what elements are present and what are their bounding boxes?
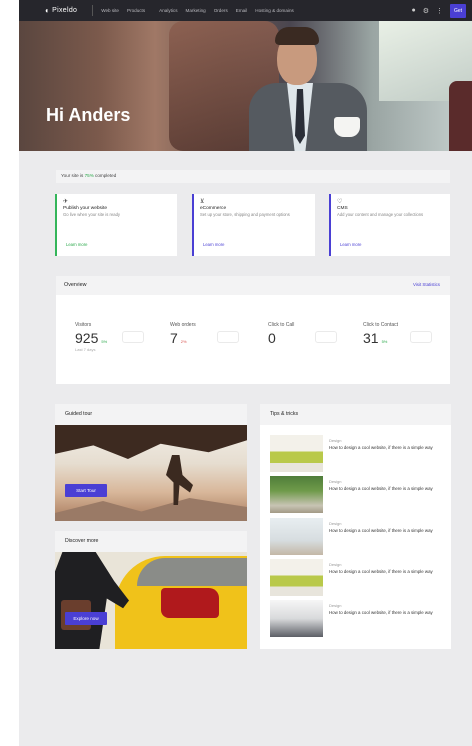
tip-category: Design [329, 438, 342, 443]
tip-item[interactable]: Design How to design a cool website, if … [270, 476, 445, 513]
discover-more-image [55, 552, 247, 649]
overview-panel: Visitors 925 5% Last 7 days Web orders 72… [56, 295, 450, 384]
hero-photo-seat-right [449, 81, 472, 151]
stat-period: Last 7 days [75, 347, 96, 352]
tip-item[interactable]: Design How to design a cool website, if … [270, 559, 445, 596]
task-title: CMS [337, 206, 348, 211]
cart-icon: ⊻ [200, 199, 205, 205]
logo-text: Pixeldo [52, 7, 78, 14]
task-description: Go live when your site is ready [63, 212, 121, 217]
stat-value: 925 [75, 330, 99, 346]
tip-item[interactable]: Design How to design a cool website, if … [270, 600, 445, 637]
sparkline [122, 331, 144, 343]
overview-header: Overview Visit Statistics [56, 276, 450, 295]
logo[interactable]: ◐ Pixeldo [45, 6, 77, 15]
task-title: Publish your website [63, 206, 107, 211]
tip-category: Design [329, 521, 342, 526]
visit-statistics-link[interactable]: Visit Statistics [413, 282, 440, 287]
divider [92, 5, 94, 16]
explore-now-button[interactable]: Explore now [65, 612, 107, 625]
start-tour-button[interactable]: Start Tour [65, 484, 107, 497]
hero-photo-cup [334, 117, 360, 137]
progress-text: Your site is 75% completed [61, 173, 117, 178]
tip-category: Design [329, 562, 342, 567]
rocket-icon: ✈ [63, 199, 69, 205]
stat-visitors[interactable]: Visitors 925 5% Last 7 days [75, 322, 107, 352]
stat-click-to-contact[interactable]: Click to Contact 31 5% [363, 322, 398, 346]
top-bar: ◐ Pixeldo Web site Products Analytics Ma… [19, 0, 472, 21]
greeting-title: Hi Anders [46, 105, 131, 125]
stat-label: Click to Contact [363, 322, 399, 328]
toolbar-icons: ● ⚙ ⋮ Get [411, 3, 466, 18]
stat-label: Web orders [170, 322, 196, 328]
tip-item[interactable]: Design How to design a cool website, if … [270, 435, 445, 472]
task-link[interactable]: Learn more [203, 242, 224, 247]
task-card-publish[interactable]: ✈ Publish your website Go live when your… [55, 194, 177, 256]
more-icon[interactable]: ⋮ [436, 7, 443, 15]
stat-change: 2% [180, 339, 187, 344]
nav-item-orders[interactable]: Orders [214, 8, 228, 13]
tip-thumbnail [270, 435, 323, 472]
nav-item-marketing[interactable]: Marketing [186, 8, 206, 13]
guided-tour-header: Guided tour [55, 404, 247, 425]
upgrade-button[interactable]: Get [450, 3, 466, 18]
guided-tour-image [55, 425, 247, 521]
nav-primary: Web site Products [101, 8, 145, 13]
hero-banner [19, 21, 472, 151]
stat-change: 5% [101, 339, 108, 344]
task-description: Set up your store, shipping and payment … [200, 212, 290, 217]
tips-title: Tips & tricks [270, 411, 299, 417]
discover-more-title: Discover more [65, 538, 99, 544]
sparkline [315, 331, 337, 343]
stat-label: Click to Call [268, 322, 295, 328]
stat-click-to-call[interactable]: Click to Call 0 [268, 322, 294, 346]
nav-item-products[interactable]: Products [127, 8, 145, 13]
tip-item[interactable]: Design How to design a cool website, if … [270, 518, 445, 555]
nav-item-analytics[interactable]: Analytics [159, 8, 177, 13]
sparkline [217, 331, 239, 343]
tips-list: Design How to design a cool website, if … [260, 425, 451, 649]
nav-secondary: Analytics Marketing Orders Email Hosting… [159, 8, 294, 13]
task-card-ecommerce[interactable]: ⊻ eCommerce Set up your store, shipping … [192, 194, 315, 256]
tip-text: How to design a cool website, if there i… [329, 569, 433, 574]
tip-text: How to design a cool website, if there i… [329, 610, 433, 615]
stat-value: 7 [170, 330, 178, 346]
task-link[interactable]: Learn more [340, 242, 361, 247]
site-progress-bar: Your site is 75% completed [56, 170, 450, 183]
notification-icon[interactable]: ● [411, 7, 415, 14]
task-description: Add your content and manage your collect… [337, 212, 424, 217]
logo-icon: ◐ [45, 6, 51, 15]
tip-thumbnail [270, 559, 323, 596]
nav-item-hosting[interactable]: Hosting & domains [255, 8, 294, 13]
nav-item-website[interactable]: Web site [101, 8, 119, 13]
tips-header: Tips & tricks [260, 404, 451, 425]
tip-category: Design [329, 603, 342, 608]
heart-icon: ♡ [337, 199, 343, 205]
tip-text: How to design a cool website, if there i… [329, 528, 433, 533]
stat-change: 5% [381, 339, 388, 344]
stat-value: 31 [363, 330, 379, 346]
discover-more-header: Discover more [55, 531, 247, 552]
task-title: eCommerce [200, 206, 227, 211]
tip-thumbnail [270, 518, 323, 555]
tip-thumbnail [270, 476, 323, 513]
task-card-cms[interactable]: ♡ CMS Add your content and manage your c… [329, 194, 450, 256]
tip-category: Design [329, 479, 342, 484]
tip-text: How to design a cool website, if there i… [329, 445, 433, 450]
tip-thumbnail [270, 600, 323, 637]
tip-text: How to design a cool website, if there i… [329, 486, 433, 491]
sparkline [410, 331, 432, 343]
stat-web-orders[interactable]: Web orders 7 2% [170, 322, 196, 346]
settings-icon[interactable]: ⚙ [423, 7, 429, 15]
task-link[interactable]: Learn more [66, 242, 87, 247]
nav-item-email[interactable]: Email [236, 8, 248, 13]
guided-tour-title: Guided tour [65, 411, 93, 417]
stat-value: 0 [268, 330, 276, 346]
stat-label: Visitors [75, 322, 92, 328]
overview-title: Overview [64, 282, 87, 288]
